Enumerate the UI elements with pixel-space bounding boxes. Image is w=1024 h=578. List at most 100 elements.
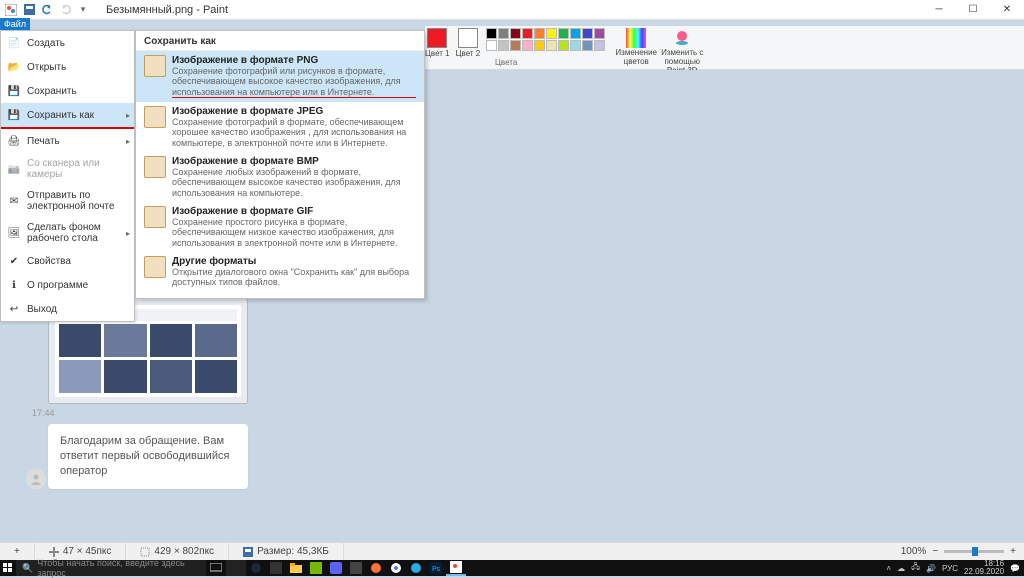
menu-item-icon: 💾 [7,84,21,98]
palette-color[interactable] [582,28,593,39]
menu-item-label: Отправить по электронной почте [27,190,128,212]
undo-icon[interactable] [40,3,54,17]
system-tray[interactable]: ˄ ☁ 🖧 🔊 РУС 18:16 22.09.2020 💬 [886,560,1024,576]
paint3d-button[interactable]: Изменить с помощью Paint 3D [659,28,705,75]
palette-color[interactable] [558,40,569,51]
color1-label: Цвет 1 [425,49,450,58]
palette-color[interactable] [510,28,521,39]
palette-color[interactable] [594,28,605,39]
palette-color[interactable] [558,28,569,39]
volume-icon[interactable]: 🔊 [926,564,936,573]
file-menu-item[interactable]: 📄Создать [1,31,134,55]
status-plus[interactable]: + [0,543,35,560]
discord-icon[interactable] [326,560,346,576]
palette-color[interactable] [534,40,545,51]
zoom-slider[interactable] [944,550,1004,553]
nvidia-icon[interactable] [306,560,326,576]
saveas-format-item[interactable]: Изображение в формате PNGСохранение фото… [136,51,424,102]
paint-app-icon [4,3,18,17]
palette-color[interactable] [498,40,509,51]
taskbar-search[interactable]: 🔍 Чтобы начать поиск, введите здесь запр… [16,560,206,576]
palette-color[interactable] [546,40,557,51]
file-menu-item[interactable]: 💾 Сохранить [1,79,134,103]
redo-icon[interactable] [58,3,72,17]
palette-color[interactable] [522,28,533,39]
menu-item-icon: 🖨 [7,134,21,148]
save-as-submenu: Сохранить как Изображение в формате PNGС… [135,30,425,299]
saveas-format-item[interactable]: Другие форматыОткрытие диалогового окна … [136,252,424,292]
chat-widget: 17:44 Благодарим за обращение. Вам ответ… [28,298,248,489]
file-tab[interactable]: Файл [0,18,30,30]
zoom-in-button[interactable]: + [1010,546,1016,557]
color2-box[interactable] [458,28,478,48]
title-bar: ▾ Безымянный.png - Paint ─ ☐ ✕ [0,0,1024,20]
quick-access: ▾ [0,3,94,17]
palette-color[interactable] [594,40,605,51]
network-icon[interactable]: 🖧 [911,561,920,575]
saveas-format-item[interactable]: Изображение в формате JPEGСохранение фот… [136,102,424,152]
palette-color[interactable] [546,28,557,39]
file-menu-item[interactable]: 💾Сохранить как▸ [1,103,134,129]
file-menu-item[interactable]: 🖨Печать▸ [1,129,134,153]
format-description: Открытие диалогового окна "Сохранить как… [172,267,416,288]
explorer-icon[interactable] [286,560,306,576]
palette-color[interactable] [582,40,593,51]
palette-color[interactable] [570,28,581,39]
file-menu-item[interactable]: ℹО программе [1,273,134,297]
palette-color[interactable] [510,40,521,51]
palette-color[interactable] [486,28,497,39]
steam-icon[interactable] [246,560,266,576]
menu-item-icon: ✔ [7,254,21,268]
menu-item-label: Открыть [27,62,66,73]
start-button[interactable] [0,560,16,576]
taskbar-apps: Ps [206,560,466,576]
color2-swatch[interactable]: Цвет 2 [456,28,481,58]
minimize-button[interactable]: ─ [922,0,956,20]
format-title: Изображение в формате BMP [172,156,416,167]
maximize-button[interactable]: ☐ [956,0,990,20]
saveas-format-item[interactable]: Изображение в формате BMPСохранение любы… [136,152,424,202]
zoom-controls[interactable]: 100% − + [893,546,1024,557]
paint-icon[interactable] [446,560,466,576]
palette-color[interactable] [570,40,581,51]
format-title: Изображение в формате PNG [172,55,416,66]
file-menu-item[interactable]: 📂Открыть [1,55,134,79]
file-menu-item[interactable]: ✔Свойства [1,249,134,273]
taskbar: 🔍 Чтобы начать поиск, введите здесь запр… [0,560,1024,576]
color1-swatch[interactable]: Цвет 1 [425,28,450,58]
firefox-icon[interactable] [366,560,386,576]
palette-color[interactable] [498,28,509,39]
palette-color[interactable] [522,40,533,51]
palette-color[interactable] [534,28,545,39]
app-icon[interactable] [266,560,286,576]
language-indicator[interactable]: РУС [942,564,958,573]
app-icon[interactable] [226,560,246,576]
file-menu-item[interactable]: ✉Отправить по электронной почте [1,185,134,217]
file-menu-item[interactable]: 🖼Сделать фоном рабочего стола▸ [1,217,134,249]
saveas-format-item[interactable]: Изображение в формате GIFСохранение прос… [136,202,424,252]
tray-chevron-icon[interactable]: ˄ [886,564,891,573]
format-description: Сохранение простого рисунка в формате, о… [172,217,416,248]
edit-colors-button[interactable]: Изменение цветов [613,28,659,67]
notifications-icon[interactable]: 💬 [1010,564,1020,573]
menu-item-label: Сохранить [27,86,77,97]
color1-box[interactable] [427,28,447,48]
color-palette[interactable] [486,28,605,51]
task-view-icon[interactable] [206,560,226,576]
format-description: Сохранение любых изображений в формате, … [172,167,416,198]
photoshop-icon[interactable]: Ps [426,560,446,576]
close-button[interactable]: ✕ [990,0,1024,20]
taskbar-clock[interactable]: 18:16 22.09.2020 [964,560,1004,576]
palette-color[interactable] [486,40,497,51]
save-icon[interactable] [22,3,36,17]
format-title: Изображение в формате JPEG [172,106,416,117]
paint3d-icon [672,28,692,48]
zoom-out-button[interactable]: − [932,546,938,557]
telegram-icon[interactable] [406,560,426,576]
submenu-header: Сохранить как [136,31,424,51]
chrome-icon[interactable] [386,560,406,576]
file-menu-item[interactable]: ↩Выход [1,297,134,321]
onedrive-icon[interactable]: ☁ [897,564,905,573]
chat-message: Благодарим за обращение. Вам ответит пер… [48,424,248,489]
app-icon[interactable] [346,560,366,576]
